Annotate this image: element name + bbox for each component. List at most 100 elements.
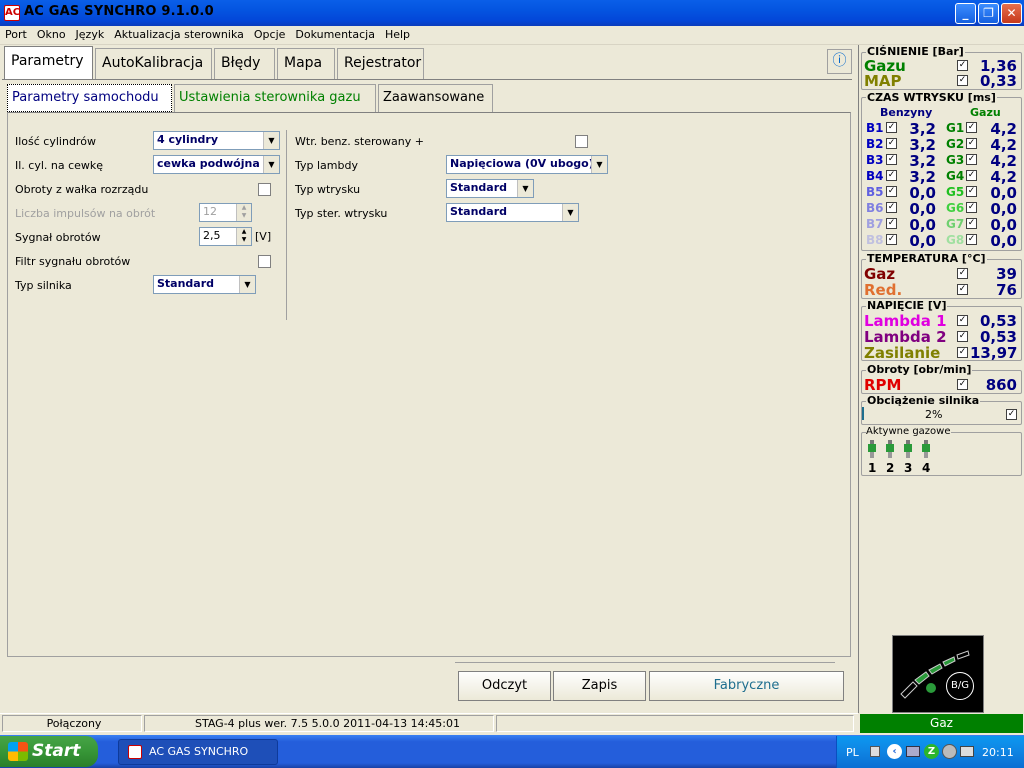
pressure-checkbox[interactable]: ✓ — [957, 75, 968, 86]
gas-injector-label: G2 — [946, 137, 965, 151]
antivirus-icon[interactable]: Z — [924, 744, 939, 759]
maximize-button[interactable]: ❐ — [978, 3, 999, 24]
rpm-signal-value: 2,5 — [203, 229, 221, 242]
help-icon[interactable]: ⓘ — [827, 49, 852, 74]
menu-help[interactable]: Help — [380, 26, 415, 44]
chevron-down-icon: ▼ — [263, 132, 279, 149]
inj-control-select[interactable]: Standard ▼ — [446, 203, 579, 222]
bg-switch-panel[interactable] — [892, 635, 984, 713]
write-button[interactable]: Zapis — [553, 671, 646, 701]
active-gas-title: Aktywne gazowe — [866, 426, 951, 437]
gas-injector-checkbox[interactable]: ✓ — [966, 186, 977, 197]
pulses-spinner[interactable]: 12 ▲ ▼ — [199, 203, 252, 222]
pulses-value: 12 — [203, 205, 217, 218]
gas-injector-checkbox[interactable]: ✓ — [966, 138, 977, 149]
petrol-injector-checkbox[interactable]: ✓ — [886, 138, 897, 149]
subtab-advanced[interactable]: Zaawansowane — [378, 84, 493, 112]
gas-injection-time: 4,2 — [990, 168, 1017, 186]
petrol-injector-label: B4 — [866, 169, 884, 183]
rpm-signal-label: Sygnał obrotów — [15, 231, 101, 244]
injector-number: 1 — [868, 461, 877, 475]
voltage-title: NAPIĘCIE [V] — [866, 299, 948, 312]
load-fill — [862, 407, 864, 420]
pressure-checkbox[interactable]: ✓ — [957, 60, 968, 71]
gas-injector-checkbox[interactable]: ✓ — [966, 218, 977, 229]
spin-arrows-icon[interactable]: ▲ ▼ — [236, 204, 251, 221]
voltage-checkbox[interactable]: ✓ — [957, 331, 968, 342]
petrol-injection-time: 3,2 — [909, 168, 936, 186]
taskbar-item-app[interactable]: AC GAS SYNCHRO — [118, 739, 278, 765]
menu-port[interactable]: Port — [0, 26, 32, 44]
gas-injector-label: G5 — [946, 185, 965, 199]
rpm-checkbox[interactable]: ✓ — [957, 379, 968, 390]
gas-injector-checkbox[interactable]: ✓ — [966, 234, 977, 245]
petrol-injector-checkbox[interactable]: ✓ — [886, 186, 897, 197]
mode-status: Gaz — [860, 714, 1023, 733]
minimize-button[interactable]: _ — [955, 3, 976, 24]
voltage-value: 13,97 — [970, 344, 1018, 362]
rpm-signal-spinner[interactable]: 2,5 ▲ ▼ — [199, 227, 252, 246]
spin-arrows-icon[interactable]: ▲ ▼ — [236, 228, 251, 245]
keyboard-icon[interactable] — [870, 746, 880, 757]
petrol-inj-checkbox[interactable] — [575, 135, 588, 148]
gas-injector-checkbox[interactable]: ✓ — [966, 122, 977, 133]
coil-select[interactable]: cewka podwójna ▼ — [153, 155, 280, 174]
menu-language[interactable]: Język — [71, 26, 110, 44]
gas-injector-checkbox[interactable]: ✓ — [966, 154, 977, 165]
engine-type-select[interactable]: Standard ▼ — [153, 275, 256, 294]
menu-options[interactable]: Opcje — [249, 26, 291, 44]
speaker-icon[interactable] — [942, 744, 957, 759]
gas-injector-checkbox[interactable]: ✓ — [966, 170, 977, 181]
close-button[interactable]: ✕ — [1001, 3, 1022, 24]
read-button[interactable]: Odczyt — [458, 671, 551, 701]
factory-button[interactable]: Fabryczne — [649, 671, 844, 701]
voltage-checkbox[interactable]: ✓ — [957, 347, 968, 358]
voltage-label: Zasilanie — [864, 344, 941, 362]
gas-injector-checkbox[interactable]: ✓ — [966, 202, 977, 213]
petrol-injector-label: B6 — [866, 201, 884, 215]
rpm-value: 860 — [985, 376, 1017, 394]
petrol-injector-checkbox[interactable]: ✓ — [886, 234, 897, 245]
phone-icon[interactable] — [960, 746, 974, 757]
subtab-car-params[interactable]: Parametry samochodu — [7, 84, 172, 112]
petrol-injector-checkbox[interactable]: ✓ — [886, 202, 897, 213]
petrol-inj-label: Wtr. benz. sterowany + — [295, 135, 424, 148]
tab-autocalibration[interactable]: AutoKalibracja — [95, 48, 212, 79]
rpm-filter-checkbox[interactable] — [258, 255, 271, 268]
temperature-checkbox[interactable]: ✓ — [957, 268, 968, 279]
injection-type-value: Standard — [450, 181, 508, 194]
app-icon — [128, 745, 142, 759]
petrol-injector-checkbox[interactable]: ✓ — [886, 154, 897, 165]
voltage-checkbox[interactable]: ✓ — [957, 315, 968, 326]
tab-recorder[interactable]: Rejestrator — [337, 48, 424, 79]
tab-map[interactable]: Mapa — [277, 48, 335, 79]
bg-switch-button[interactable]: B/G — [946, 672, 974, 700]
petrol-injector-checkbox[interactable]: ✓ — [886, 122, 897, 133]
lambda-type-select[interactable]: Napięciowa (0V ubogo) ▼ — [446, 155, 608, 174]
app-icon[interactable]: AC — [4, 5, 20, 21]
pulses-label: Liczba impulsów na obrót — [15, 207, 156, 220]
status-empty — [496, 715, 854, 732]
injection-type-select[interactable]: Standard ▼ — [446, 179, 534, 198]
fuel-level-icon — [900, 650, 970, 699]
menu-window[interactable]: Okno — [32, 26, 71, 44]
rpm-filter-label: Filtr sygnału obrotów — [15, 255, 131, 268]
menu-update[interactable]: Aktualizacja sterownika — [109, 26, 249, 44]
temperature-checkbox[interactable]: ✓ — [957, 284, 968, 295]
chevron-down-icon: ▼ — [239, 276, 255, 293]
gas-injector-label: G6 — [946, 201, 965, 215]
petrol-injector-checkbox[interactable]: ✓ — [886, 170, 897, 181]
cylinders-select[interactable]: 4 cylindry ▼ — [153, 131, 280, 150]
chevron-left-icon[interactable]: ‹ — [887, 744, 902, 759]
tab-errors[interactable]: Błędy — [214, 48, 275, 79]
network-icon[interactable] — [906, 746, 920, 757]
menu-docs[interactable]: Dokumentacja — [290, 26, 380, 44]
voltage-value: 0,53 — [979, 328, 1017, 346]
camshaft-checkbox[interactable] — [258, 183, 271, 196]
petrol-injector-checkbox[interactable]: ✓ — [886, 218, 897, 229]
subtab-gas-controller[interactable]: Ustawienia sterownika gazu — [174, 84, 376, 112]
gas-injector-label: G4 — [946, 169, 965, 183]
load-checkbox[interactable]: ✓ — [1006, 409, 1017, 420]
language-indicator[interactable]: PL — [846, 746, 859, 759]
tab-parameters[interactable]: Parametry — [4, 46, 93, 79]
